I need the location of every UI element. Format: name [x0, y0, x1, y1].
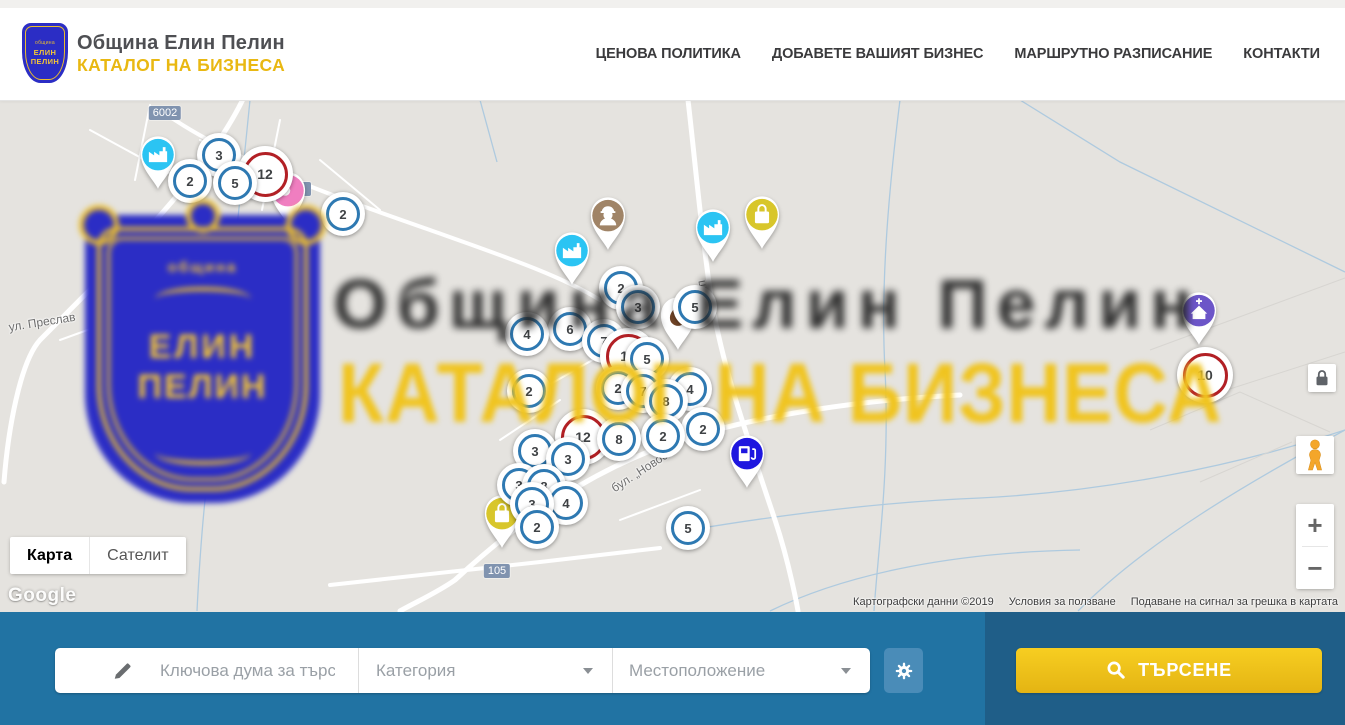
business-catalog-app: община ЕЛИН ПЕЛИН Община Елин Пелин КАТА…: [0, 0, 1345, 725]
caret-down-icon: [841, 668, 851, 674]
cluster-count: 2: [326, 197, 360, 231]
search-fields-row: Категория Местоположение: [55, 648, 870, 693]
attribution-link[interactable]: Условия за ползване: [1009, 596, 1116, 608]
church-pin[interactable]: [1176, 289, 1222, 346]
nav-add-business[interactable]: ДОБАВЕТЕ ВАШИЯТ БИЗНЕС: [772, 46, 984, 62]
cluster-count: 8: [602, 422, 636, 456]
cluster-marker[interactable]: 2: [641, 414, 685, 458]
caret-down-icon: [583, 668, 593, 674]
cluster-marker[interactable]: 5: [673, 285, 717, 329]
cluster-count: 3: [621, 290, 655, 324]
keyword-input[interactable]: [158, 660, 337, 682]
cluster-count: 4: [510, 317, 544, 351]
cluster-marker[interactable]: 2: [168, 159, 212, 203]
cluster-count: 5: [218, 166, 252, 200]
zoom-in-button[interactable]: +: [1296, 504, 1334, 546]
cluster-count: 5: [671, 511, 705, 545]
map-attribution: Картографски данни ©2019 Условия за ползв…: [853, 596, 1338, 608]
location-select[interactable]: Местоположение: [612, 648, 870, 693]
nav-contacts[interactable]: КОНТАКТИ: [1243, 46, 1320, 62]
gear-icon: [894, 661, 914, 681]
factory-pin[interactable]: [690, 206, 736, 263]
cluster-count: 8: [649, 384, 683, 418]
pencil-icon: [112, 660, 134, 682]
cluster-marker[interactable]: 2: [321, 192, 365, 236]
site-title: Община Елин Пелин: [77, 31, 285, 55]
cluster-count: 2: [646, 419, 680, 453]
main-nav: ЦЕНОВА ПОЛИТИКА ДОБАВЕТЕ ВАШИЯТ БИЗНЕС МАР…: [596, 8, 1320, 100]
search-bar: Категория Местоположение: [0, 612, 1345, 725]
site-logo[interactable]: община ЕЛИН ПЕЛИН Община Елин Пелин КАТА…: [22, 23, 285, 83]
nav-route-schedule[interactable]: МАРШРУТНО РАЗПИСАНИЕ: [1014, 46, 1212, 62]
category-select[interactable]: Категория: [358, 648, 612, 693]
advanced-settings-button[interactable]: [884, 648, 923, 693]
cluster-marker[interactable]: 4: [505, 312, 549, 356]
cluster-count: 2: [512, 374, 546, 408]
map-lock-button[interactable]: [1308, 364, 1336, 392]
keyword-field[interactable]: [55, 648, 358, 693]
header: община ЕЛИН ПЕЛИН Община Елин Пелин КАТА…: [0, 8, 1345, 101]
cluster-marker[interactable]: 10: [1177, 347, 1233, 403]
road-number-shield: 105: [484, 564, 510, 578]
site-subtitle: КАТАЛОГ НА БИЗНЕСА: [77, 55, 285, 76]
cluster-marker[interactable]: 8: [597, 417, 641, 461]
map-type-map-button[interactable]: Карта: [10, 537, 89, 574]
cluster-count: 10: [1183, 353, 1228, 398]
municipality-crest-icon: община ЕЛИН ПЕЛИН: [22, 23, 68, 83]
top-strip: [0, 0, 1345, 8]
cluster-count: 2: [520, 510, 554, 544]
cluster-marker[interactable]: 5: [666, 506, 710, 550]
pegman-icon: [1301, 439, 1329, 471]
fuel-pin[interactable]: [724, 432, 770, 489]
attribution-text: Картографски данни ©2019: [853, 596, 994, 608]
zoom-out-button[interactable]: −: [1296, 547, 1334, 589]
lock-icon: [1308, 364, 1336, 392]
search-button[interactable]: ТЪРСЕНЕ: [1016, 648, 1322, 693]
zoom-control: + −: [1296, 504, 1334, 589]
cluster-marker[interactable]: 3: [616, 285, 660, 329]
attribution-link[interactable]: Подаване на сигнал за грешка в картата: [1131, 596, 1338, 608]
road-number-shield: 6002: [149, 106, 181, 120]
map-viewport[interactable]: ул. Преславциябул. „Новосел 6002105 3122…: [0, 100, 1345, 612]
cluster-count: 5: [678, 290, 712, 324]
factory-pin[interactable]: [549, 229, 595, 286]
cluster-marker[interactable]: 2: [507, 369, 551, 413]
cluster-count: 2: [173, 164, 207, 198]
street-view-pegman-button[interactable]: [1296, 436, 1334, 474]
cluster-marker[interactable]: 2: [515, 505, 559, 549]
search-icon: [1106, 660, 1127, 681]
bag-pin[interactable]: [739, 193, 785, 250]
map-type-satellite-button[interactable]: Сателит: [89, 537, 185, 574]
cluster-count: 2: [686, 412, 720, 446]
nav-pricing-policy[interactable]: ЦЕНОВА ПОЛИТИКА: [596, 46, 741, 62]
google-logo[interactable]: Google: [8, 585, 76, 607]
cluster-marker[interactable]: 2: [681, 407, 725, 451]
cluster-marker[interactable]: 5: [213, 161, 257, 205]
map-type-control: Карта Сателит: [10, 537, 186, 574]
